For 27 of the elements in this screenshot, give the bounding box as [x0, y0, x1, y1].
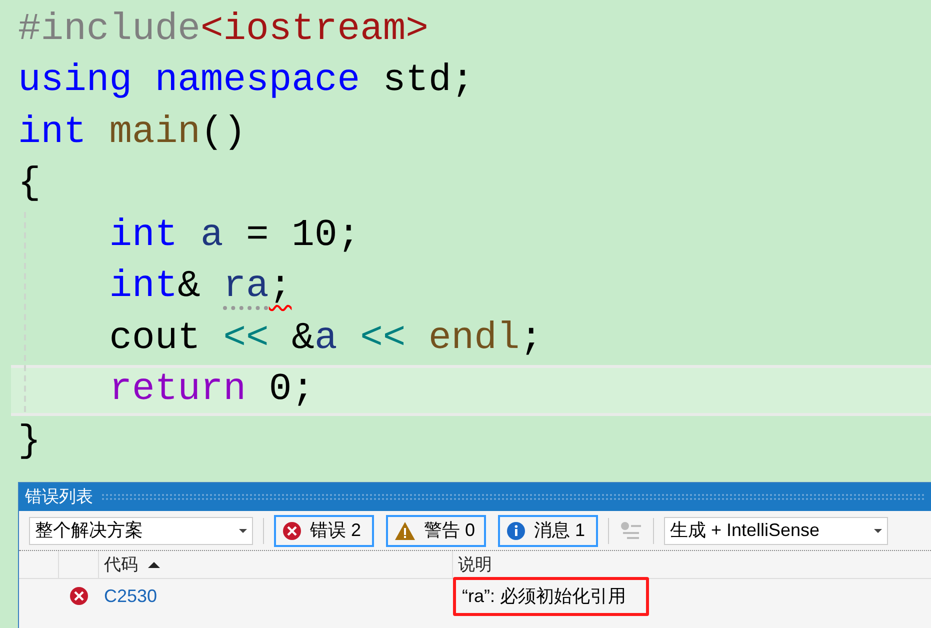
sort-ascending-icon: [148, 562, 160, 568]
code-line: {: [18, 165, 41, 204]
scope-dropdown[interactable]: 整个解决方案: [29, 516, 253, 544]
code-line: return 0;: [108, 371, 314, 410]
caret-icon: [239, 528, 247, 532]
error-description: “ra”: 必须初始化引用: [453, 576, 649, 616]
column-header[interactable]: 代码: [104, 552, 138, 578]
code-line: #include<iostream>: [18, 10, 428, 49]
error-code-link[interactable]: C2530: [104, 586, 158, 606]
info-icon: [506, 520, 526, 540]
warning-icon: [394, 520, 416, 540]
code-line: int& ra;: [108, 268, 292, 306]
column-header[interactable]: 说明: [458, 554, 492, 574]
error-icon: [69, 586, 89, 606]
filter-toggle[interactable]: 警告 0: [386, 514, 486, 546]
filter-icon[interactable]: [619, 520, 643, 540]
code-line: using namespace std;: [18, 62, 474, 100]
panel-title: 错误列表: [25, 486, 93, 508]
code-line: cout << &a << endl;: [108, 320, 543, 358]
caret-icon: [874, 528, 882, 532]
code-line: int a = 10;: [108, 216, 360, 255]
filter-toggle[interactable]: 消息 1: [498, 514, 598, 546]
filter-toggle[interactable]: 错误 2: [274, 514, 374, 546]
code-line: int main(): [18, 114, 246, 152]
code-line: }: [18, 422, 41, 461]
source-dropdown[interactable]: 生成 + IntelliSense: [664, 516, 888, 544]
error-icon: [282, 520, 302, 540]
